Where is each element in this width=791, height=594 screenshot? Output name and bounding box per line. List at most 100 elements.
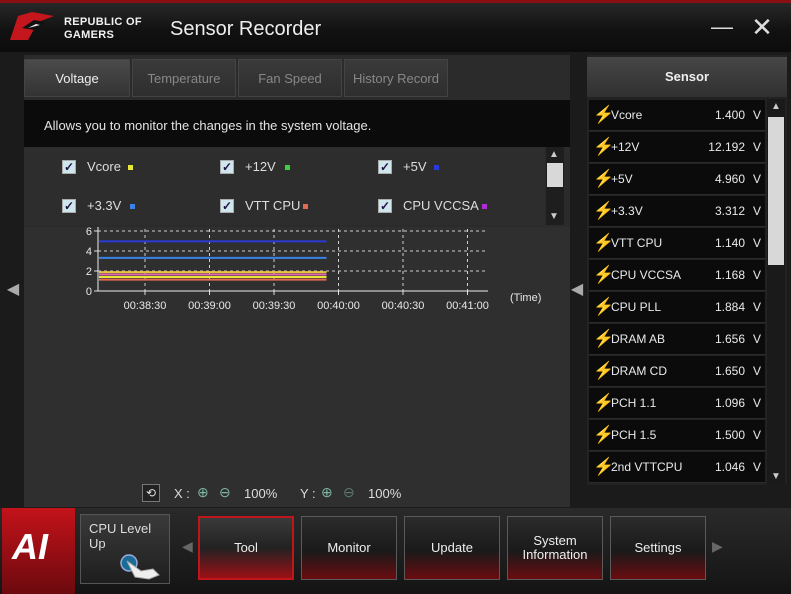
sensor-value: 1.096 <box>714 396 745 410</box>
ai-logo-text: AI <box>12 526 48 567</box>
y-zoom-in-icon[interactable]: ⊕ <box>321 484 333 501</box>
12v-checkbox-label: +12V <box>245 159 276 174</box>
sensor-row: ⚡ PCH 1.5 1.500 V <box>589 420 765 451</box>
left-arrow-icon[interactable]: ◀ <box>6 270 20 310</box>
lightning-bolt-icon: ⚡ <box>593 169 615 188</box>
tab-fan-speed[interactable]: Fan Speed <box>238 59 342 97</box>
voltage-chart-svg: 0246810121416182000:38:3000:39:0000:39:3… <box>86 227 541 312</box>
sensor-unit: V <box>753 428 762 442</box>
monitor-button[interactable]: Monitor <box>301 516 397 580</box>
scrollbar-thumb[interactable] <box>768 117 784 265</box>
panel-collapse-arrow-icon[interactable]: ◀ <box>570 270 584 310</box>
sensor-name: 2nd VTTCPU <box>611 460 683 474</box>
lightning-bolt-icon: ⚡ <box>593 297 615 316</box>
y-zoom-out-icon[interactable]: ⊖ <box>343 484 355 501</box>
pointer-hand-icon <box>120 554 160 580</box>
scroll-up-icon[interactable]: ▲ <box>549 149 559 160</box>
sensor-value: 1.884 <box>714 300 745 314</box>
sensor-value: 3.312 <box>714 204 745 218</box>
lightning-bolt-icon: ⚡ <box>593 457 615 476</box>
x-zoom-value: 100% <box>244 486 278 501</box>
zoom-controls: ⟲ X : ⊕ ⊖ 100% Y : ⊕ ⊖ 100% <box>24 483 570 505</box>
sensor-unit: V <box>753 236 762 250</box>
x-zoom-in-icon[interactable]: ⊕ <box>197 484 209 501</box>
sensor-unit: V <box>753 332 762 346</box>
reset-zoom-icon[interactable]: ⟲ <box>142 484 160 502</box>
sensor-name: Vcore <box>611 108 643 122</box>
close-button[interactable]: ✕ <box>748 14 776 42</box>
sensor-unit: V <box>753 140 762 154</box>
sensor-name: CPU PLL <box>611 300 662 314</box>
vcore-checkbox[interactable]: ✓ <box>62 160 76 174</box>
sensor-row: ⚡ 2nd VTTCPU 1.046 V <box>589 452 765 483</box>
vcore-color-swatch <box>128 165 133 170</box>
y-zoom-label: Y : <box>300 486 316 501</box>
12v-color-swatch <box>285 165 290 170</box>
system-information-button[interactable]: System Information <box>507 516 603 580</box>
sensor-row: ⚡ +3.3V 3.312 V <box>589 196 765 227</box>
sensor-header[interactable]: Sensor <box>587 57 787 97</box>
sensor-name: PCH 1.5 <box>611 428 657 442</box>
5v-color-swatch <box>434 165 439 170</box>
lightning-bolt-icon: ⚡ <box>593 265 615 284</box>
3v3-checkbox-label: +3.3V <box>87 198 122 213</box>
nav-left-arrow-icon[interactable]: ◀ <box>182 538 193 555</box>
y-zoom-value: 100% <box>368 486 402 501</box>
tab-voltage[interactable]: Voltage <box>24 59 130 97</box>
sensor-row: ⚡ DRAM CD 1.650 V <box>589 356 765 387</box>
cpu-vccsa-checkbox[interactable]: ✓ <box>378 199 392 213</box>
sensor-value: 1.400 <box>714 108 745 122</box>
sensor-row: ⚡ +12V 12.192 V <box>589 132 765 163</box>
ai-suite-logo: AI <box>2 508 75 594</box>
minimize-button[interactable]: — <box>708 14 736 42</box>
sensor-name: PCH 1.1 <box>611 396 657 410</box>
scroll-down-icon[interactable]: ▼ <box>771 471 781 482</box>
x-tick-label: 00:41:00 <box>446 300 489 312</box>
nav-right-arrow-icon[interactable]: ▶ <box>712 538 723 555</box>
x-tick-label: 00:40:00 <box>317 300 360 312</box>
y-tick-label: 4 <box>86 246 92 258</box>
tab-temperature[interactable]: Temperature <box>132 59 236 97</box>
y-tick-label: 6 <box>86 227 92 238</box>
sensor-unit: V <box>753 396 762 410</box>
checkbox-scrollbar[interactable]: ▲ ▼ <box>546 147 564 225</box>
tool-button[interactable]: Tool <box>198 516 294 580</box>
3v3-checkbox[interactable]: ✓ <box>62 199 76 213</box>
y-tick-label: 0 <box>86 286 92 298</box>
cpu-level-up-button[interactable]: CPU Level Up <box>80 514 170 584</box>
lightning-bolt-icon: ⚡ <box>593 425 615 444</box>
vtt-cpu-checkbox-label: VTT CPU <box>245 198 301 213</box>
sensor-row: ⚡ CPU VCCSA 1.168 V <box>589 260 765 291</box>
sensor-unit: V <box>753 364 762 378</box>
scroll-down-icon[interactable]: ▼ <box>549 211 559 222</box>
lightning-bolt-icon: ⚡ <box>593 233 615 252</box>
5v-checkbox[interactable]: ✓ <box>378 160 392 174</box>
sensor-value: 1.656 <box>714 332 745 346</box>
rog-logo: REPUBLIC OF GAMERS <box>8 10 158 44</box>
app-title: Sensor Recorder <box>170 18 322 40</box>
sensor-unit: V <box>753 300 762 314</box>
sensor-value: 1.500 <box>714 428 745 442</box>
sensor-checkbox-list: ✓ Vcore ✓ +12V ✓ +5V ✓ +3.3V ✓ VTT CPU ✓… <box>24 147 544 225</box>
voltage-chart: 0246810121416182000:38:3000:39:0000:39:3… <box>24 227 570 507</box>
x-tick-label: 00:38:30 <box>124 300 167 312</box>
lightning-bolt-icon: ⚡ <box>593 201 615 220</box>
scrollbar-thumb[interactable] <box>547 163 563 187</box>
sensor-name: +5V <box>611 172 633 186</box>
voltage-panel: Voltage Temperature Fan Speed History Re… <box>24 55 570 507</box>
x-tick-label: 00:39:30 <box>253 300 296 312</box>
x-zoom-out-icon[interactable]: ⊖ <box>219 484 231 501</box>
sensor-scrollbar[interactable]: ▲ ▼ <box>767 99 785 485</box>
rog-eye-icon <box>10 12 54 40</box>
sensor-value: 1.140 <box>714 236 745 250</box>
tab-history-record[interactable]: History Record <box>344 59 448 97</box>
update-button[interactable]: Update <box>404 516 500 580</box>
12v-checkbox[interactable]: ✓ <box>220 160 234 174</box>
sensor-name: CPU VCCSA <box>611 268 682 282</box>
vtt-cpu-checkbox[interactable]: ✓ <box>220 199 234 213</box>
sensor-unit: V <box>753 268 762 282</box>
settings-button[interactable]: Settings <box>610 516 706 580</box>
sensor-row: ⚡ Vcore 1.400 V <box>589 100 765 131</box>
scroll-up-icon[interactable]: ▲ <box>771 101 781 112</box>
cpu-level-up-label: CPU Level Up <box>89 521 152 551</box>
